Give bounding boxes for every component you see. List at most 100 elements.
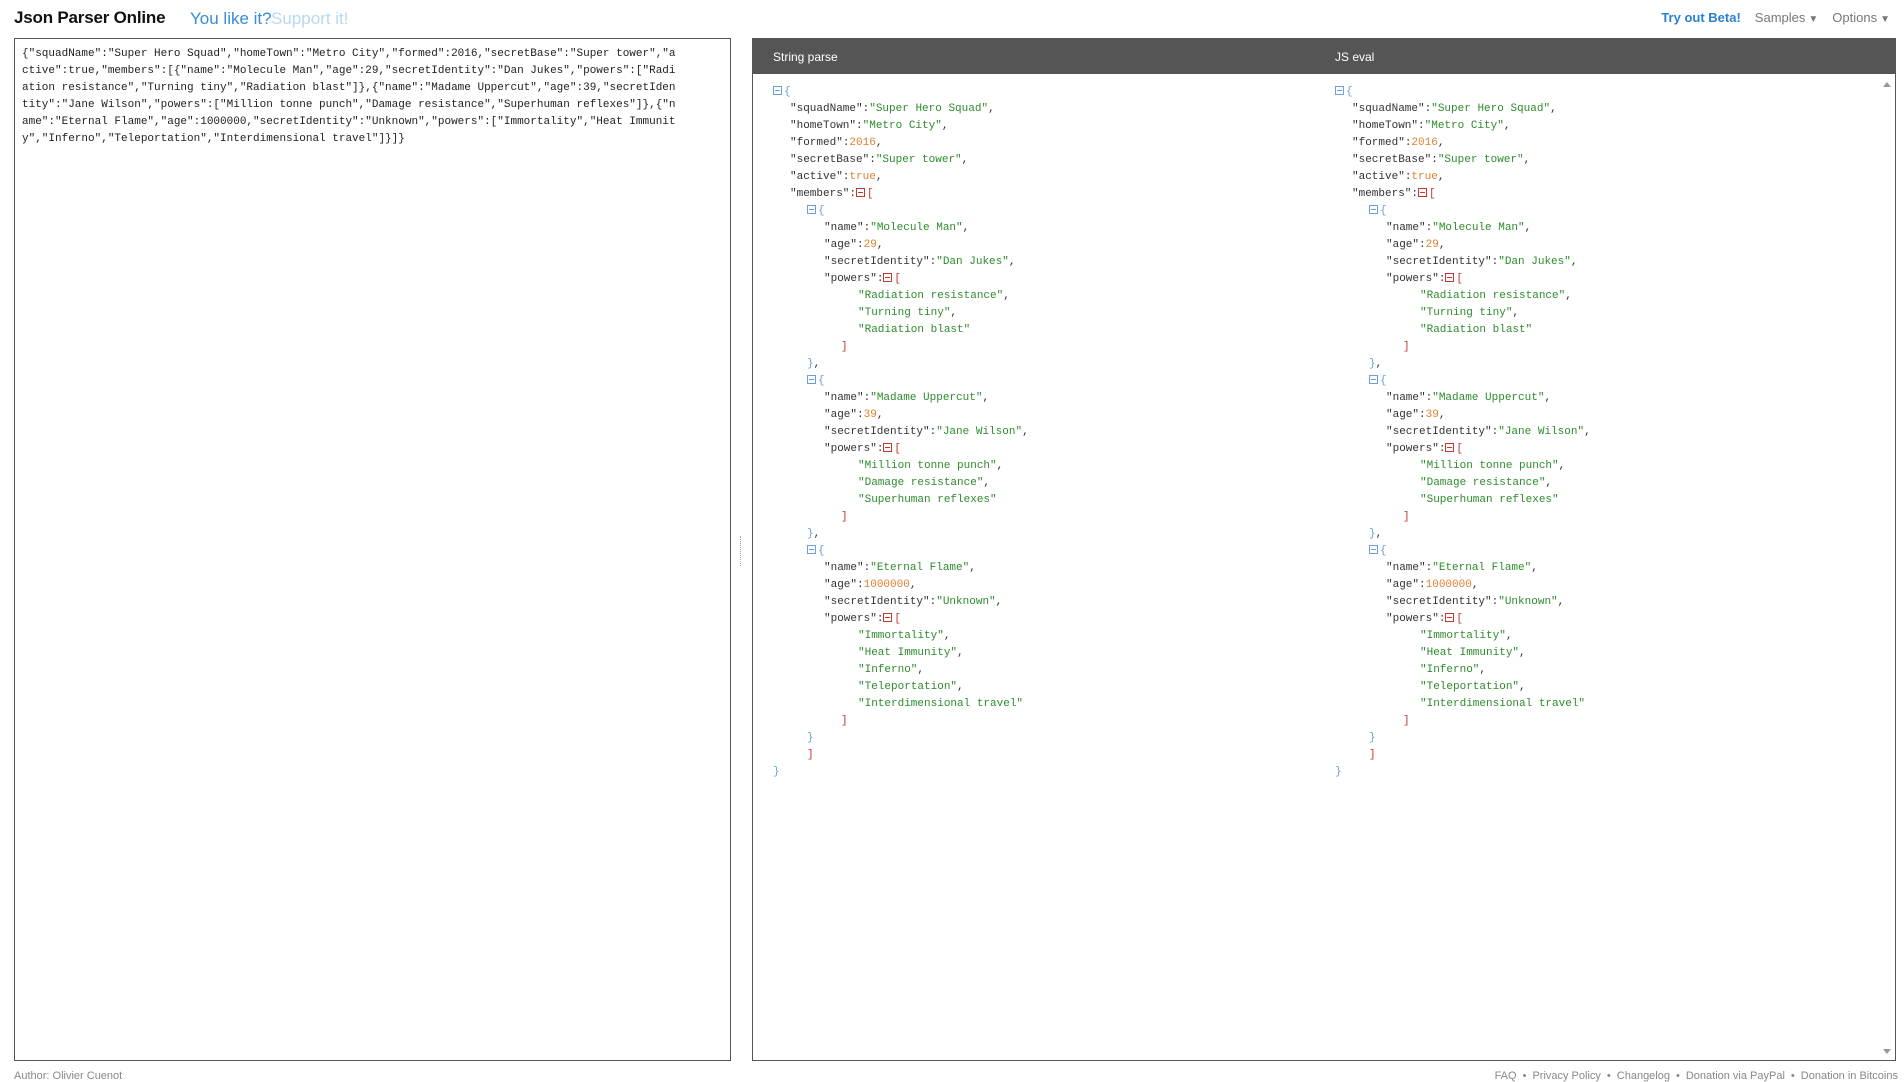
comma: , xyxy=(1438,409,1446,421)
tree-line: { xyxy=(1335,203,1591,220)
comma: , xyxy=(943,630,951,642)
collapse-toggle-icon[interactable] xyxy=(883,273,893,282)
json-key: "name" xyxy=(824,222,864,234)
tree-line: "Inferno", xyxy=(1335,662,1591,679)
collapse-toggle-icon[interactable] xyxy=(807,375,816,384)
close-brace: } xyxy=(1369,732,1376,744)
comma: , xyxy=(876,239,884,251)
tree-line: "secretBase":"Super tower", xyxy=(773,152,1029,169)
string-value: "Radiation blast" xyxy=(1420,324,1533,336)
collapse-toggle-icon[interactable] xyxy=(856,188,866,197)
tree-line: "name":"Madame Uppercut", xyxy=(773,390,1029,407)
json-key: "age" xyxy=(824,579,858,591)
tree-line: "age":29, xyxy=(1335,237,1591,254)
string-value: "Metro City" xyxy=(1424,120,1504,132)
samples-menu[interactable]: Samples ▼ xyxy=(1755,10,1818,25)
scroll-down-arrow-icon[interactable] xyxy=(1883,1049,1891,1054)
json-input-panel[interactable]: {"squadName":"Super Hero Squad","homeTow… xyxy=(14,38,731,1061)
collapse-toggle-icon[interactable] xyxy=(1418,188,1428,197)
footer-link[interactable]: Changelog xyxy=(1617,1070,1670,1082)
json-key: "name" xyxy=(1386,562,1426,574)
tree-line: }, xyxy=(1335,526,1591,543)
json-key: "powers" xyxy=(824,443,877,455)
tree-line: "Heat Immunity", xyxy=(773,645,1029,662)
open-brace: { xyxy=(1346,86,1353,98)
try-beta-link[interactable]: Try out Beta! xyxy=(1661,10,1740,25)
tree-line: "secretIdentity":"Unknown", xyxy=(773,594,1029,611)
footer-link[interactable]: Donation via PayPal xyxy=(1686,1070,1785,1082)
open-bracket: [ xyxy=(894,273,902,285)
open-brace: { xyxy=(818,375,825,387)
tree-line: "age":1000000, xyxy=(1335,577,1591,594)
comma: , xyxy=(875,137,883,149)
collapse-toggle-icon[interactable] xyxy=(1369,205,1378,214)
collapse-toggle-icon[interactable] xyxy=(883,613,893,622)
collapse-toggle-icon[interactable] xyxy=(807,205,816,214)
close-bracket: ] xyxy=(841,511,848,523)
tree-line: "powers": [ xyxy=(773,271,1029,288)
string-value: "Turning tiny" xyxy=(858,307,951,319)
author-credit: Author: Olivier Cuenot xyxy=(14,1070,123,1082)
tree-line: "Immortality", xyxy=(773,628,1029,645)
json-input-textarea[interactable]: {"squadName":"Super Hero Squad","homeTow… xyxy=(15,39,689,155)
collapse-toggle-icon[interactable] xyxy=(1445,443,1455,452)
open-brace: { xyxy=(1380,375,1387,387)
string-value: "Molecule Man" xyxy=(1432,222,1525,234)
tree-line: "powers": [ xyxy=(1335,271,1591,288)
string-value: "Superhuman reflexes" xyxy=(1420,494,1559,506)
open-bracket: [ xyxy=(894,613,902,625)
string-parse-tree: {"squadName":"Super Hero Squad", "homeTow… xyxy=(773,84,1029,781)
tree-line: "powers": [ xyxy=(1335,611,1591,628)
tree-line: "secretIdentity":"Unknown", xyxy=(1335,594,1591,611)
vertical-scrollbar[interactable] xyxy=(1880,74,1894,1060)
tree-line: "Superhuman reflexes" xyxy=(1335,492,1591,509)
number-value: 39 xyxy=(863,409,877,421)
colon: : xyxy=(876,443,884,455)
close-brace: } xyxy=(1369,528,1376,540)
collapse-toggle-icon[interactable] xyxy=(807,545,816,554)
string-value: "Molecule Man" xyxy=(870,222,963,234)
tree-line: "age":39, xyxy=(1335,407,1591,424)
scroll-up-arrow-icon[interactable] xyxy=(1883,82,1891,87)
footer-link[interactable]: Donation in Bitcoins xyxy=(1801,1070,1898,1082)
comma: , xyxy=(996,460,1004,472)
comma: , xyxy=(995,596,1003,608)
collapse-toggle-icon[interactable] xyxy=(1369,375,1378,384)
colon: : xyxy=(1438,273,1446,285)
support-link[interactable]: Support it! xyxy=(271,9,349,29)
colon: : xyxy=(1419,409,1426,421)
footer-link[interactable]: Privacy Policy xyxy=(1532,1070,1600,1082)
tree-line: "Turning tiny", xyxy=(1335,305,1591,322)
collapse-toggle-icon[interactable] xyxy=(1445,613,1455,622)
panel-splitter-handle[interactable] xyxy=(740,536,743,566)
collapse-toggle-icon[interactable] xyxy=(1445,273,1455,282)
tree-line: { xyxy=(1335,373,1591,390)
options-menu[interactable]: Options ▼ xyxy=(1832,10,1890,25)
collapse-toggle-icon[interactable] xyxy=(883,443,893,452)
output-header: String parse JS eval xyxy=(753,39,1895,74)
collapse-toggle-icon[interactable] xyxy=(1335,86,1344,95)
json-key: "secretIdentity" xyxy=(1386,596,1492,608)
tree-line: "age":1000000, xyxy=(773,577,1029,594)
tree-line: "Superhuman reflexes" xyxy=(773,492,1029,509)
open-brace: { xyxy=(818,205,825,217)
tree-line: "Interdimensional travel" xyxy=(773,696,1029,713)
footer-link[interactable]: FAQ xyxy=(1495,1070,1517,1082)
comma: , xyxy=(1519,681,1526,693)
comma: , xyxy=(813,528,821,540)
close-brace: } xyxy=(1335,766,1342,778)
colon: : xyxy=(869,154,876,166)
collapse-toggle-icon[interactable] xyxy=(773,86,782,95)
collapse-toggle-icon[interactable] xyxy=(1369,545,1378,554)
string-value: "Heat Immunity" xyxy=(858,647,958,659)
tree-line: ] xyxy=(773,747,1029,764)
json-key: "name" xyxy=(824,562,864,574)
comma: , xyxy=(1437,137,1445,149)
colon: : xyxy=(857,239,864,251)
colon: : xyxy=(876,613,884,625)
open-bracket: [ xyxy=(1456,443,1464,455)
tree-line: } xyxy=(773,764,1029,781)
comma: , xyxy=(982,392,990,404)
tree-line: "active":true, xyxy=(1335,169,1591,186)
separator-dot: • xyxy=(1675,1070,1680,1082)
